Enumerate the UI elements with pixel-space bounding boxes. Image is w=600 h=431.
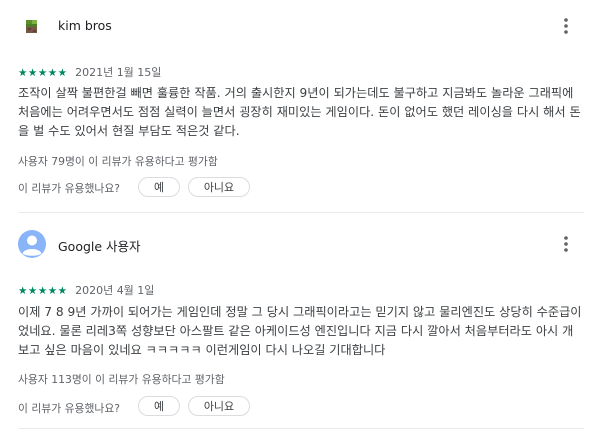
helpful-question: 이 리뷰가 유용했나요?: [18, 402, 120, 415]
review-header: kim bros: [18, 12, 584, 42]
helpful-count: 사용자 79명이 이 리뷰가 유용하다고 평가함: [18, 155, 218, 168]
yes-button[interactable]: 예: [138, 396, 180, 416]
divider: [18, 428, 584, 429]
reviewer-name: Google 사용자: [58, 239, 141, 254]
pixel-avatar-icon: [24, 19, 40, 35]
rating-row: ★★★★★ 2021년 1월 15일: [18, 64, 161, 80]
no-button[interactable]: 아니요: [188, 396, 250, 416]
star-rating: ★★★★★: [18, 285, 68, 297]
helpful-count: 사용자 113명이 이 리뷰가 유용하다고 평가함: [18, 373, 225, 386]
review-header: Google 사용자: [18, 230, 584, 260]
review-text: 조작이 살짝 불편한걸 빼면 훌륭한 작품. 거의 출시한지 9년이 되가는데도…: [18, 86, 581, 138]
user-avatar-icon: [18, 230, 46, 258]
no-button[interactable]: 아니요: [188, 177, 250, 197]
rating-row: ★★★★★ 2020년 4월 1일: [18, 282, 154, 298]
more-vert-icon[interactable]: [558, 16, 574, 36]
review-text: 이제 7 8 9년 가까이 되어가는 게임인데 정말 그 당시 그래픽이라고는 …: [18, 305, 582, 357]
review-card: Google 사용자 ★★★★★ 2020년 4월 1일 이제 7 8 9년 가…: [18, 228, 584, 418]
review-date: 2020년 4월 1일: [75, 284, 155, 297]
yes-button[interactable]: 예: [138, 177, 180, 197]
review-card: kim bros ★★★★★ 2021년 1월 15일 조작이 살짝 불편한걸 …: [18, 12, 584, 202]
reviewer-name: kim bros: [58, 18, 112, 33]
review-date: 2021년 1월 15일: [75, 66, 162, 79]
divider: [18, 212, 584, 213]
more-vert-icon[interactable]: [558, 234, 574, 254]
helpful-question: 이 리뷰가 유용했나요?: [18, 182, 120, 195]
star-rating: ★★★★★: [18, 67, 68, 79]
